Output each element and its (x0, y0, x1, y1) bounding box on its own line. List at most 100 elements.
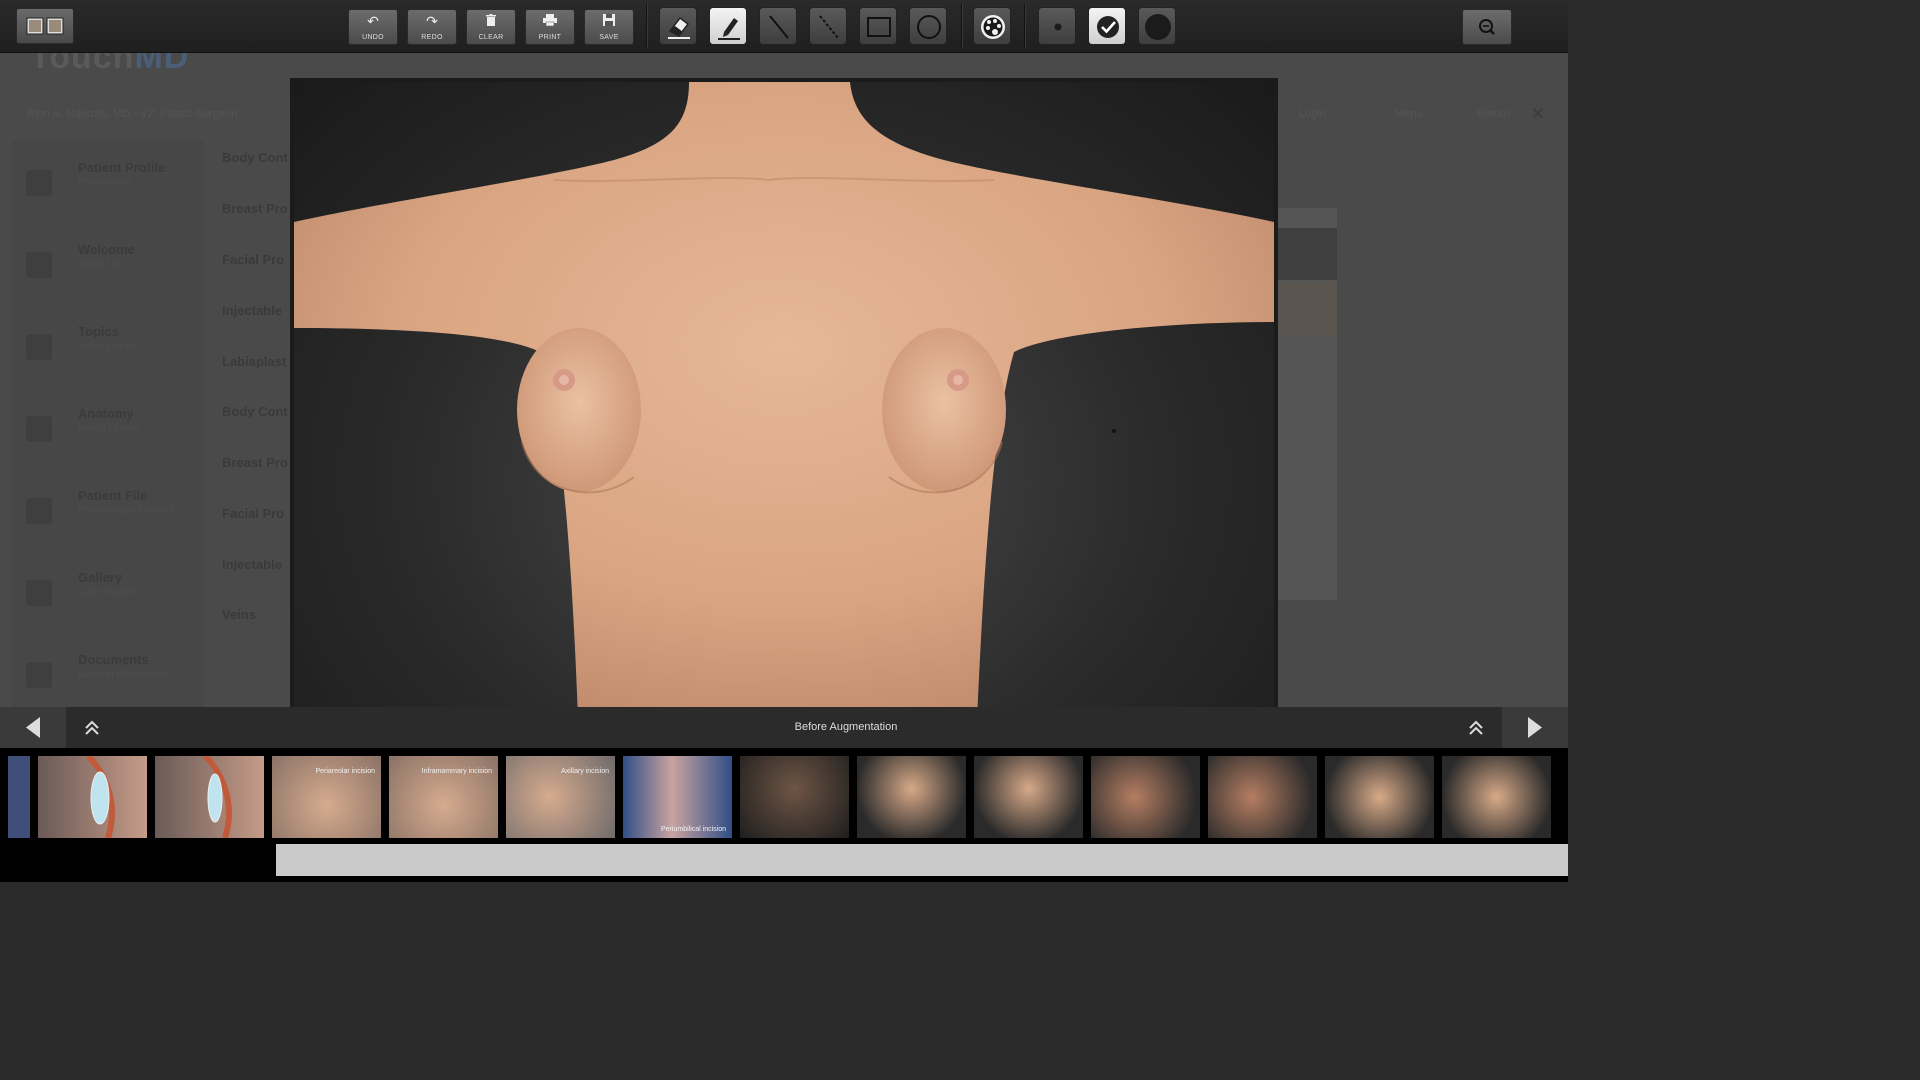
nav-login[interactable]: Login (1299, 108, 1326, 120)
thumbnail[interactable]: Periumbilical incision (623, 756, 732, 838)
thumbnail-label: Axillary incision (561, 768, 609, 775)
thumbnail[interactable] (1325, 756, 1434, 838)
floppy-disk-icon (585, 13, 633, 29)
video-icon (26, 334, 52, 360)
implant-cross-section-image (85, 756, 115, 838)
expand-up-icon[interactable] (80, 716, 104, 740)
brush-size-small-button[interactable] (1038, 7, 1076, 45)
pen-icon (718, 18, 740, 40)
dashed-line-tool-button[interactable] (809, 7, 847, 45)
thumbnail[interactable] (38, 756, 147, 838)
implant-cross-section-image (202, 756, 232, 838)
welcome-icon (26, 252, 52, 278)
nav-return[interactable]: Return (1477, 108, 1510, 120)
line-tool-button[interactable] (759, 7, 797, 45)
sidebar: Patient Profile Preferences Welcome Abou… (12, 140, 204, 710)
checkmark-icon (1097, 16, 1119, 38)
torso-illustration (294, 82, 1274, 744)
redo-button[interactable]: ↷ REDO (407, 9, 457, 45)
save-button[interactable]: SAVE (584, 9, 634, 45)
thumbnail[interactable] (8, 756, 30, 838)
category-item[interactable]: Injectable (222, 303, 290, 318)
thumbnail[interactable]: Periareolar incision (272, 756, 381, 838)
thumbnail-scrollbar[interactable] (276, 844, 1568, 876)
thumbnail[interactable] (1442, 756, 1551, 838)
sidebar-item-patient-profile[interactable]: Patient Profile Preferences (26, 160, 206, 220)
sidebar-item-gallery[interactable]: Gallery Case Studies (26, 570, 206, 630)
circle-tool-button[interactable] (909, 7, 947, 45)
toolbar-divider (646, 4, 647, 48)
background-panel-image (1277, 282, 1337, 336)
thumbnail-label: Periareolar incision (315, 768, 375, 775)
line-icon (769, 15, 789, 39)
thumbnail[interactable] (740, 756, 849, 838)
arrow-right-icon (1528, 717, 1542, 738)
sidebar-item-subtitle: About Us (78, 259, 120, 270)
category-item[interactable]: Facial Pro (222, 506, 290, 521)
sidebar-item-welcome[interactable]: Welcome About Us (26, 242, 206, 302)
small-dot-icon (1054, 23, 1062, 31)
color-palette-button[interactable] (973, 7, 1011, 45)
circle-icon (917, 15, 941, 39)
sidebar-item-title: Gallery (78, 570, 123, 585)
split-view-icon (26, 17, 64, 35)
nav-menu[interactable]: Menu (1395, 108, 1423, 120)
sidebar-item-title: Patient File (78, 488, 148, 503)
sidebar-item-title: Welcome (78, 242, 135, 257)
sidebar-item-subtitle: Personalized Content (78, 505, 174, 516)
image-viewer[interactable] (290, 78, 1278, 748)
pen-tool-button[interactable] (709, 7, 747, 45)
anatomy-icon (26, 416, 52, 442)
thumbnail[interactable]: Axillary incision (506, 756, 615, 838)
next-image-button[interactable] (1502, 707, 1568, 748)
zoom-out-icon (1479, 19, 1495, 35)
sidebar-item-anatomy[interactable]: Anatomy Image Library (26, 406, 206, 466)
category-item[interactable]: Injectable (222, 557, 290, 572)
thumbnail[interactable] (155, 756, 264, 838)
dashed-line-icon (819, 15, 839, 39)
redo-label: REDO (421, 34, 443, 41)
arrow-left-icon (26, 717, 40, 738)
category-item[interactable]: Labiaplast (222, 354, 290, 369)
expand-up-icon[interactable] (1464, 716, 1488, 740)
category-item[interactable]: Breast Pro (222, 455, 290, 470)
category-item[interactable]: Veins (222, 607, 290, 622)
brush-size-medium-button[interactable] (1088, 7, 1126, 45)
anatomy-image[interactable] (294, 82, 1274, 744)
eraser-tool-button[interactable] (659, 7, 697, 45)
zoom-button[interactable] (1462, 9, 1512, 45)
thumbnail-label: Periumbilical incision (661, 826, 726, 833)
category-item[interactable]: Body Cont (222, 150, 290, 165)
category-item[interactable]: Body Cont (222, 404, 290, 419)
sidebar-item-patient-file[interactable]: Patient File Personalized Content (26, 488, 206, 548)
toolbar-divider (961, 4, 962, 48)
rectangle-tool-button[interactable] (859, 7, 897, 45)
sidebar-item-topics[interactable]: Topics Video Library (26, 324, 206, 384)
thumbnail[interactable]: Inframammary incision (389, 756, 498, 838)
close-icon[interactable]: ✕ (1531, 104, 1544, 124)
clear-button[interactable]: CLEAR (466, 9, 516, 45)
sidebar-item-title: Topics (78, 324, 119, 339)
sidebar-item-subtitle: Case Studies (78, 587, 138, 598)
trash-icon (467, 13, 515, 29)
undo-icon: ↶ (367, 13, 379, 29)
sidebar-item-documents[interactable]: Documents General Information (26, 652, 206, 712)
sidebar-item-subtitle: Preferences (78, 177, 132, 188)
undo-button[interactable]: ↶ UNDO (348, 9, 398, 45)
category-item[interactable]: Breast Pro (222, 201, 290, 216)
compare-view-button[interactable] (16, 8, 74, 44)
previous-image-button[interactable] (0, 707, 66, 748)
thumbnail[interactable] (857, 756, 966, 838)
thumbnail[interactable] (1091, 756, 1200, 838)
sidebar-item-subtitle: Video Library (78, 341, 137, 352)
eraser-icon (668, 16, 690, 39)
category-item[interactable]: Facial Pro (222, 252, 290, 267)
background-panel-band (1277, 228, 1337, 280)
thumbnail-label: Inframammary incision (421, 768, 492, 775)
thumbnail[interactable] (974, 756, 1083, 838)
print-button[interactable]: PRINT (525, 9, 575, 45)
palette-icon (981, 15, 1005, 39)
thumbnail[interactable] (1208, 756, 1317, 838)
gallery-icon (26, 580, 52, 606)
brush-size-large-button[interactable] (1138, 7, 1176, 45)
